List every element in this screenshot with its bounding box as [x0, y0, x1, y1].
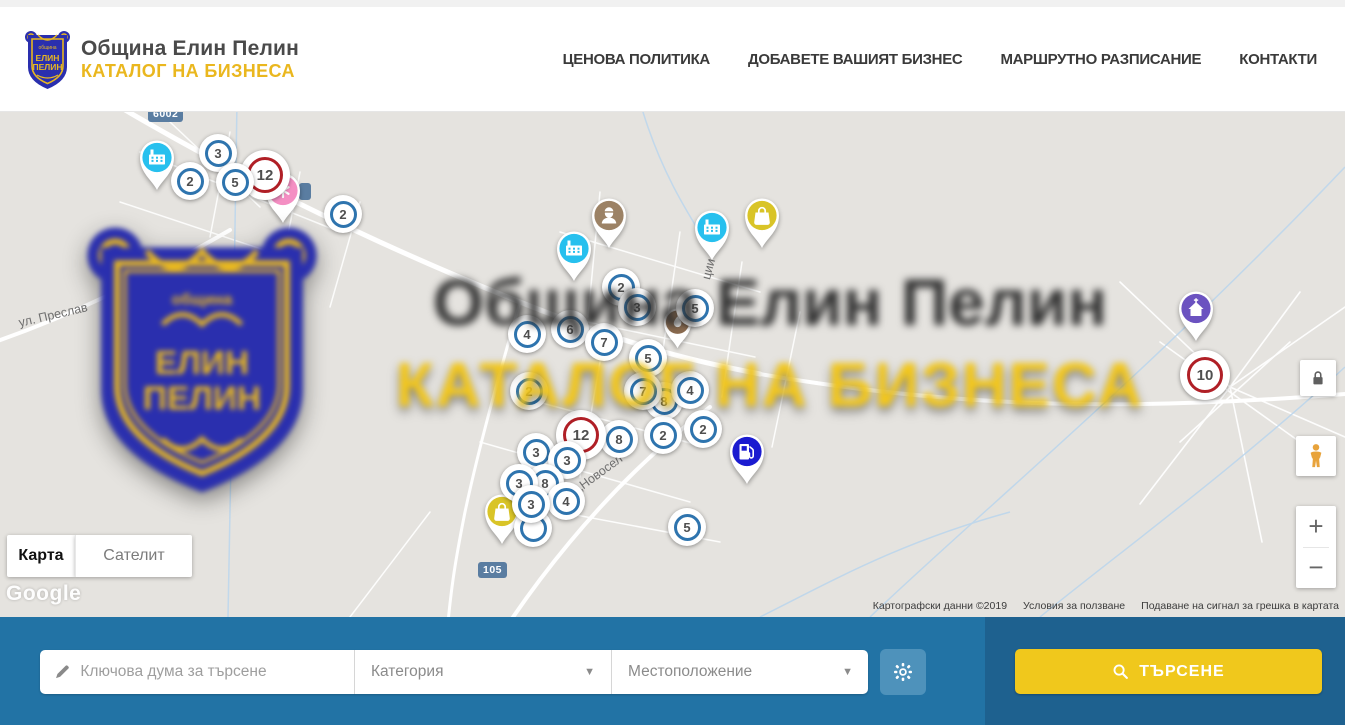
location-select[interactable]: Местоположение ▼: [612, 650, 869, 694]
category-select[interactable]: Категория ▼: [355, 650, 612, 694]
cluster-count: 3: [523, 439, 550, 466]
search-bar: Категория ▼ Местоположение ▼: [0, 617, 1345, 725]
pegman-button[interactable]: [1296, 436, 1336, 476]
site-logo-link[interactable]: община ЕЛИН ПЕЛИН Община Елин Пелин КАТА…: [24, 27, 299, 91]
nav-item-1[interactable]: ДОБАВЕТЕ ВАШИЯТ БИЗНЕС: [748, 51, 962, 68]
keyword-field: [40, 650, 355, 694]
cluster-count: 2: [330, 201, 357, 228]
cluster-count: 7: [591, 329, 618, 356]
map-type-satellite-button[interactable]: Сателит: [75, 535, 192, 577]
cluster-count: 5: [682, 295, 709, 322]
svg-text:община: община: [38, 45, 56, 51]
nav-item-0[interactable]: ЦЕНОВА ПОЛИТИКА: [563, 51, 710, 68]
cluster-count: 6: [557, 316, 584, 343]
lock-icon: [1307, 367, 1329, 389]
main-nav: ЦЕНОВА ПОЛИТИКА ДОБАВЕТЕ ВАШИЯТ БИЗНЕС МАР…: [563, 51, 1321, 68]
top-strip: [0, 0, 1345, 7]
cluster-count: 5: [674, 514, 701, 541]
cluster-count: 3: [624, 294, 651, 321]
cluster-count: 2: [516, 378, 543, 405]
google-logo[interactable]: Google: [6, 582, 81, 606]
attribution-link[interactable]: Условия за ползване: [1023, 600, 1125, 612]
search-icon: [1112, 663, 1129, 680]
map-type-map-button[interactable]: Карта: [7, 535, 75, 577]
map-cluster-marker[interactable]: 6: [551, 310, 589, 348]
cluster-count: 4: [514, 321, 541, 348]
site-title: Община Елин Пелин: [81, 37, 299, 61]
map-cluster-marker[interactable]: 2: [510, 372, 548, 410]
map-pin-fuel[interactable]: [725, 430, 769, 491]
map-cluster-marker[interactable]: 7: [624, 372, 662, 410]
keyword-input[interactable]: [80, 663, 340, 681]
map-cluster-marker[interactable]: 5: [676, 289, 714, 327]
map-cluster-marker[interactable]: 3: [618, 288, 656, 326]
map-cluster-marker[interactable]: 8: [600, 420, 638, 458]
map-pin-factory[interactable]: [552, 227, 596, 288]
map-cluster-marker[interactable]: 2: [644, 416, 682, 454]
map-cluster-marker[interactable]: 5: [668, 508, 706, 546]
category-select-label: Категория: [371, 663, 443, 681]
cluster-count: 7: [630, 378, 657, 405]
google-map[interactable]: ул. Преславбул. „Новоселции6002105 31225…: [0, 112, 1345, 617]
nav-item-2[interactable]: МАРШРУТНО РАЗПИСАНИЕ: [1000, 51, 1201, 68]
search-button[interactable]: ТЪРСЕНЕ: [1015, 649, 1322, 694]
brand-titles: Община Елин Пелин КАТАЛОГ НА БИЗНЕСА: [81, 37, 299, 82]
lock-button[interactable]: [1300, 360, 1336, 396]
site-subtitle: КАТАЛОГ НА БИЗНЕСА: [81, 61, 299, 82]
map-cluster-marker[interactable]: 5: [629, 339, 667, 377]
map-pin-bag[interactable]: [740, 194, 784, 255]
map-cluster-marker[interactable]: 4: [547, 482, 585, 520]
map-cluster-marker[interactable]: 2: [684, 410, 722, 448]
map-pin-factory[interactable]: [690, 206, 734, 267]
header: община ЕЛИН ПЕЛИН Община Елин Пелин КАТА…: [0, 7, 1345, 112]
attribution-link[interactable]: Подаване на сигнал за грешка в картата: [1141, 600, 1339, 612]
cluster-count: 3: [518, 491, 545, 518]
zoom-out-button[interactable]: −: [1296, 547, 1336, 588]
map-pin-church[interactable]: [1174, 287, 1218, 348]
cluster-count: 10: [1187, 357, 1223, 393]
pegman-icon: [1302, 442, 1330, 470]
cluster-count: 8: [606, 426, 633, 453]
chevron-down-icon: ▼: [842, 666, 853, 678]
chevron-down-icon: ▼: [584, 666, 595, 678]
advanced-settings-button[interactable]: [880, 649, 926, 695]
map-cluster-marker[interactable]: 4: [671, 371, 709, 409]
location-select-label: Местоположение: [628, 663, 752, 681]
cluster-count: 4: [677, 377, 704, 404]
page: община ЕЛИН ПЕЛИН Община Елин Пелин КАТА…: [0, 0, 1345, 725]
map-cluster-marker[interactable]: 2: [171, 162, 209, 200]
cluster-count: 4: [553, 488, 580, 515]
pencil-icon: [54, 663, 70, 681]
cluster-count: 2: [177, 168, 204, 195]
map-cluster-marker[interactable]: 3: [512, 485, 550, 523]
map-cluster-marker[interactable]: 7: [585, 323, 623, 361]
cluster-count: 5: [222, 169, 249, 196]
zoom-controls: + −: [1296, 506, 1336, 588]
map-attribution: Картографски данни ©2019 Условия за ползв…: [873, 600, 1339, 612]
map-cluster-marker[interactable]: 2: [324, 195, 362, 233]
map-cluster-marker[interactable]: 10: [1180, 350, 1230, 400]
gear-icon: [891, 660, 915, 684]
map-cluster-marker[interactable]: 4: [508, 315, 546, 353]
road-badge: 6002: [148, 112, 183, 122]
cluster-count: 3: [205, 140, 232, 167]
map-cluster-marker[interactable]: 5: [216, 163, 254, 201]
svg-text:ПЕЛИН: ПЕЛИН: [33, 62, 63, 72]
road-badge: 105: [478, 562, 507, 578]
cluster-count: 2: [650, 422, 677, 449]
cluster-count: 2: [690, 416, 717, 443]
cluster-count: 5: [635, 345, 662, 372]
search-button-label: ТЪРСЕНЕ: [1139, 663, 1224, 681]
nav-item-3[interactable]: КОНТАКТИ: [1239, 51, 1317, 68]
search-fields: Категория ▼ Местоположение ▼: [40, 650, 868, 694]
attribution-text: Картографски данни ©2019: [873, 600, 1007, 612]
municipality-crest-icon: община ЕЛИН ПЕЛИН: [24, 27, 71, 91]
zoom-in-button[interactable]: +: [1296, 506, 1336, 547]
